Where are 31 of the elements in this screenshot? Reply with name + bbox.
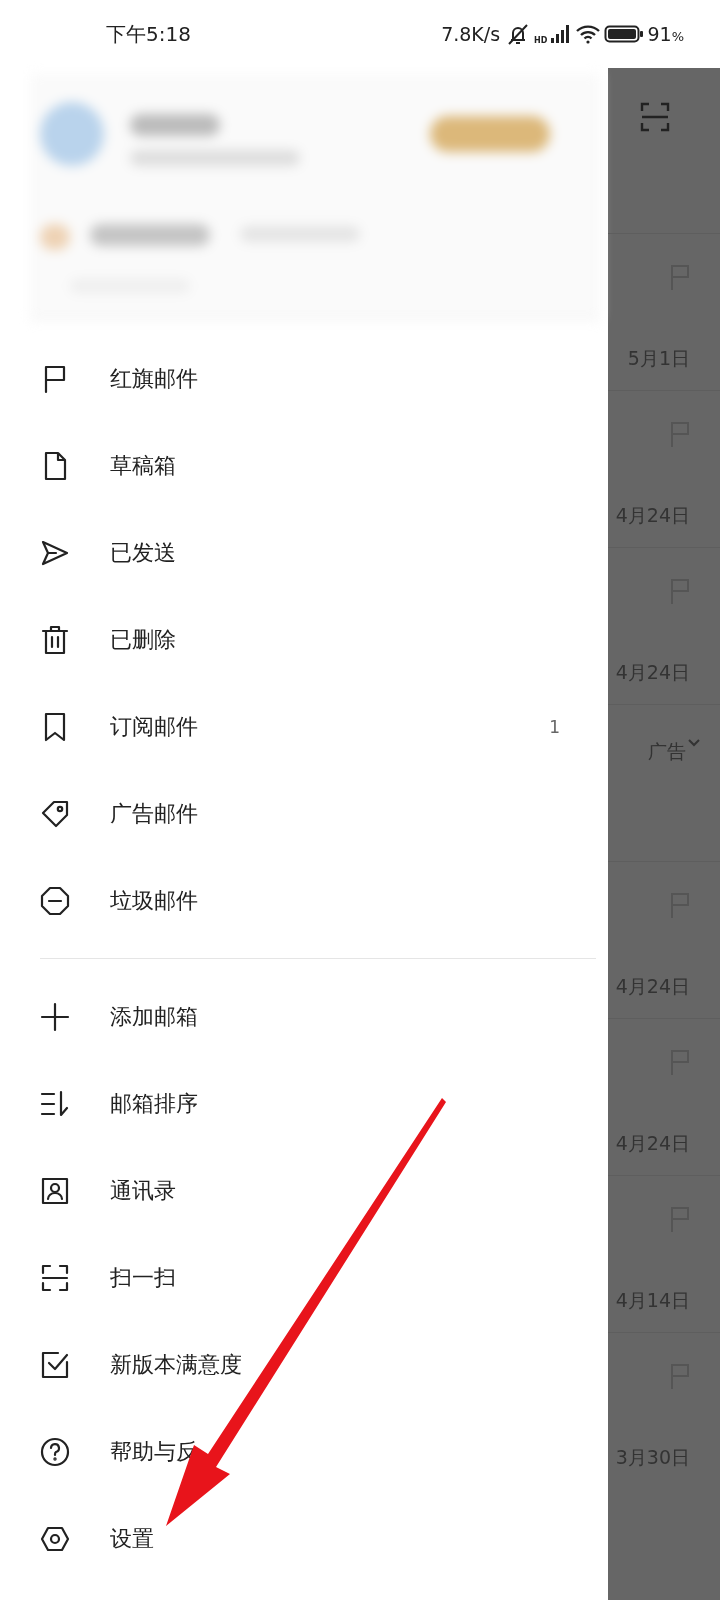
status-time: 下午5:18 [106,20,191,48]
menu-item[interactable]: 广告邮件 [0,770,608,857]
menu-item[interactable]: 垃圾邮件 [0,857,608,944]
menu-item[interactable]: 扫一扫 [0,1234,608,1321]
sort-icon [40,1088,70,1119]
menu-item[interactable]: 草稿箱 [0,422,608,509]
tag-icon [40,798,70,829]
battery-percent: 91% [647,23,684,45]
menu-item[interactable]: 订阅邮件 1 [0,683,608,770]
menu-item[interactable]: 添加邮箱 [0,973,608,1060]
menu-item[interactable]: 新版本满意度 [0,1321,608,1408]
menu-item[interactable]: 邮箱排序 [0,1060,608,1147]
menu-item[interactable]: 设置 [0,1495,608,1582]
battery-icon [604,24,645,44]
signal-label: HD [534,36,548,45]
spam-icon [40,885,70,916]
contacts-icon [40,1175,70,1206]
trash-icon [40,624,70,655]
scan-icon[interactable] [640,102,670,132]
scan-icon [40,1262,70,1293]
menu-item[interactable]: 通讯录 [0,1147,608,1234]
wifi-icon [575,24,602,44]
survey-icon [40,1349,70,1380]
add-icon [40,1001,70,1032]
menu-item[interactable]: 已删除 [0,596,608,683]
menu-item[interactable]: 已发送 [0,509,608,596]
chevron-down-icon [688,739,700,747]
unread-count: 1 [549,716,560,737]
help-icon [40,1436,70,1467]
menu-item[interactable]: 红旗邮件 [0,335,608,422]
network-speed: 7.8K/s [441,23,501,45]
